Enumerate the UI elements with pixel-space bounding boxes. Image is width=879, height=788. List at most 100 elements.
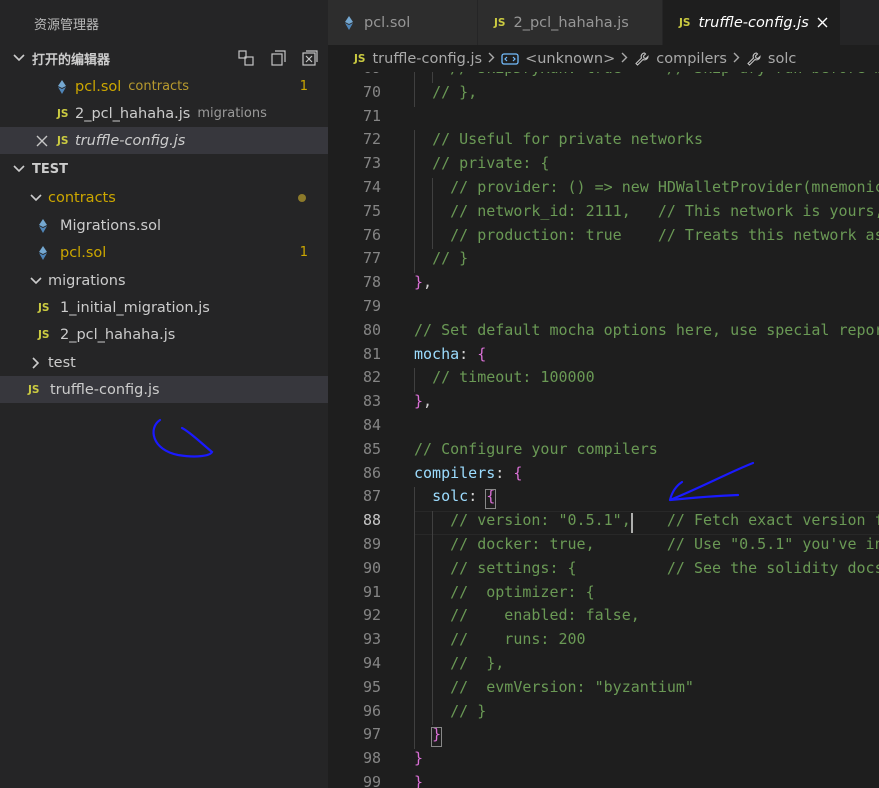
- code-line[interactable]: 75 // network_id: 2111, // This network …: [328, 201, 879, 226]
- code-line[interactable]: 83},: [328, 392, 879, 416]
- open-editor-folder-hint: contracts: [128, 79, 190, 94]
- code-editor[interactable]: 69 // skipDryRun: true // Skip dry run b…: [328, 72, 879, 788]
- line-code: // enabled: false,: [450, 606, 640, 625]
- code-line[interactable]: 96 // }: [328, 701, 879, 726]
- folder-test[interactable]: test: [0, 349, 328, 376]
- file-truffle-config[interactable]: JS truffle-config.js: [0, 376, 328, 403]
- code-line[interactable]: 70 // },: [328, 82, 879, 107]
- line-number: 77: [362, 249, 381, 268]
- close-all-icon[interactable]: [300, 48, 320, 68]
- code-line[interactable]: 73 // private: {: [328, 154, 879, 178]
- code-line[interactable]: 90 // settings: { // See the solidity do…: [328, 558, 879, 583]
- chevron-down-icon: [28, 193, 44, 202]
- line-number: 98: [362, 749, 381, 768]
- chevron-down-icon: [12, 54, 26, 62]
- open-editor-truffle-config[interactable]: JS truffle-config.js: [0, 127, 328, 154]
- tab-pcl-sol[interactable]: pcl.sol: [328, 0, 478, 45]
- code-line[interactable]: 97 }: [328, 725, 879, 750]
- code-line[interactable]: 95 // evmVersion: "byzantium": [328, 677, 879, 702]
- chevron-down-icon: [12, 165, 26, 173]
- line-code: // skipDryRun: true // Skip dry run befo…: [414, 72, 879, 77]
- indent-guide: [414, 558, 415, 583]
- tab-2-pcl-hahaha[interactable]: JS 2_pcl_hahaha.js: [478, 0, 663, 45]
- bracket-match-highlight: [485, 489, 497, 510]
- line-number: 69: [328, 72, 381, 77]
- code-line[interactable]: 92 // enabled: false,: [328, 606, 879, 631]
- open-editor-2-pcl-hahaha[interactable]: JS 2_pcl_hahaha.js migrations: [0, 100, 328, 127]
- code-line[interactable]: 99}: [328, 773, 879, 788]
- breadcrumb-solc[interactable]: solc: [768, 51, 796, 67]
- folder-migrations[interactable]: migrations: [0, 267, 328, 294]
- line-number: 83: [362, 392, 381, 411]
- indent-guide: [414, 249, 415, 274]
- code-line[interactable]: 84: [328, 416, 879, 440]
- code-line[interactable]: 86 compilers: {: [328, 464, 879, 488]
- code-line[interactable]: 93 // runs: 200: [328, 630, 879, 654]
- line-code: // },: [450, 654, 505, 672]
- line-number: 87: [362, 487, 381, 506]
- breadcrumb-file[interactable]: truffle-config.js: [372, 51, 482, 67]
- wrench-icon: [746, 51, 762, 67]
- open-editor-filename: pcl.sol: [75, 78, 122, 95]
- save-all-icon[interactable]: [268, 48, 288, 68]
- open-editor-filename: 2_pcl_hahaha.js: [75, 105, 191, 122]
- breadcrumb-compilers[interactable]: compilers: [656, 51, 727, 67]
- code-line[interactable]: 71: [328, 107, 879, 131]
- code-line[interactable]: 80 // Set default mocha options here, use…: [328, 321, 879, 345]
- js-file-icon: JS: [679, 16, 691, 29]
- breadcrumb: JS truffle-config.js <unknown> compilers…: [328, 45, 879, 72]
- indent-guide: [414, 535, 415, 559]
- code-line[interactable]: 94 // },: [328, 654, 879, 678]
- file-1-initial-migration[interactable]: JS 1_initial_migration.js: [0, 294, 328, 321]
- breadcrumb-unknown[interactable]: <unknown>: [525, 51, 615, 67]
- code-line[interactable]: 79: [328, 297, 879, 321]
- line-number: 92: [362, 606, 381, 625]
- bracket-match-highlight: [431, 727, 443, 748]
- code-line[interactable]: 98}: [328, 749, 879, 773]
- code-line[interactable]: 85 // Configure your compilers: [328, 440, 879, 464]
- line-number: 72: [362, 130, 381, 149]
- code-line[interactable]: 87 solc: {: [328, 487, 879, 512]
- line-number: 89: [362, 535, 381, 553]
- code-line[interactable]: 88 // version: "0.5.1", // Fetch exact v…: [328, 511, 879, 536]
- file-label: 1_initial_migration.js: [60, 299, 210, 316]
- code-line[interactable]: 89 // docker: true, // Use "0.5.1" you'v…: [328, 535, 879, 559]
- code-line[interactable]: 77 // }: [328, 249, 879, 274]
- line-code: // provider: () => new HDWalletProvider(…: [450, 178, 879, 196]
- indent-guide: [414, 701, 415, 726]
- new-untitled-icon[interactable]: [236, 48, 256, 68]
- close-icon[interactable]: [817, 17, 828, 28]
- line-code: },: [414, 273, 433, 292]
- file-migrations-sol[interactable]: Migrations.sol: [0, 212, 328, 239]
- code-line[interactable]: 74 // provider: () => new HDWalletProvid…: [328, 178, 879, 202]
- code-line[interactable]: 91 // optimizer: {: [328, 582, 879, 607]
- file-pcl-sol[interactable]: pcl.sol 1: [0, 239, 328, 266]
- open-editors-label: 打开的编辑器: [32, 52, 111, 68]
- text-caret: [630, 513, 633, 534]
- line-number: 78: [362, 273, 381, 292]
- problem-count-badge: 1: [299, 245, 308, 260]
- folder-contracts[interactable]: contracts: [0, 184, 328, 211]
- line-number: 85: [362, 439, 381, 458]
- code-line[interactable]: 81 mocha: {: [328, 345, 879, 369]
- indent-guide: [414, 677, 415, 702]
- line-code: // optimizer: {: [450, 582, 595, 601]
- code-line[interactable]: 69 // skipDryRun: true // Skip dry run b…: [328, 72, 879, 83]
- file-2-pcl-hahaha[interactable]: JS 2_pcl_hahaha.js: [0, 321, 328, 348]
- open-editor-pcl-sol[interactable]: pcl.sol contracts 1: [0, 73, 328, 100]
- indent-guide: [432, 558, 434, 583]
- code-line[interactable]: 78},: [328, 273, 879, 297]
- solidity-file-icon: [38, 245, 60, 260]
- code-line[interactable]: 72 // Useful for private networks: [328, 130, 879, 155]
- indent-guide: [432, 630, 434, 654]
- workspace-header[interactable]: TEST: [0, 158, 328, 180]
- code-line[interactable]: 82 // timeout: 100000: [328, 368, 879, 393]
- js-file-icon: JS: [354, 52, 366, 65]
- code-line[interactable]: 76 // production: true // Treats this ne…: [328, 225, 879, 250]
- indent-guide: [414, 582, 415, 607]
- js-file-icon: JS: [28, 383, 40, 396]
- open-editors-header[interactable]: 打开的编辑器: [0, 47, 328, 69]
- tab-truffle-config[interactable]: JS truffle-config.js: [663, 0, 841, 45]
- line-code: // runs: 200: [450, 630, 586, 649]
- close-icon[interactable]: [33, 135, 51, 147]
